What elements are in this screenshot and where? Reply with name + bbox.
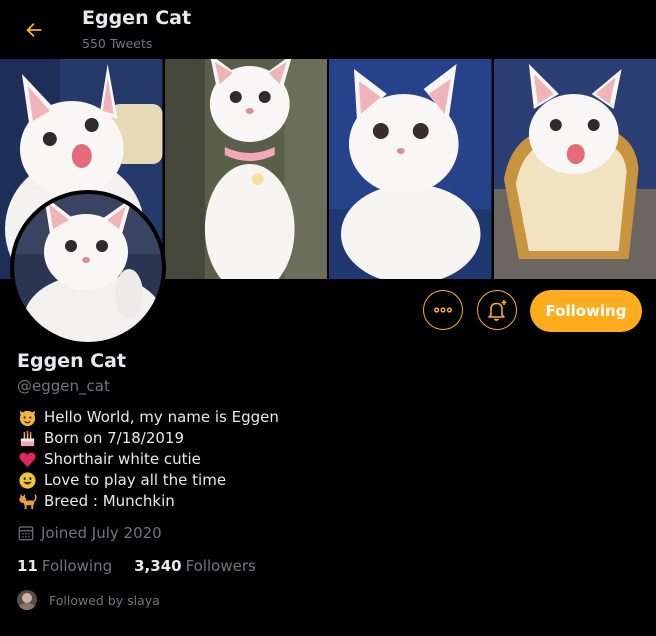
banner-photo-2 xyxy=(164,59,327,279)
joined-date: Joined July 2020 xyxy=(17,524,162,542)
page-title: Eggen Cat xyxy=(82,7,192,29)
bio-line: Breed : Munchkin xyxy=(17,491,279,512)
top-bar: Eggen Cat 550 Tweets xyxy=(0,0,656,59)
profile-handle: @eggen_cat xyxy=(17,377,110,395)
calendar-icon xyxy=(18,526,34,541)
smiley-face-icon xyxy=(19,472,36,489)
follower-avatar xyxy=(17,590,37,610)
bio-text: Love to play all the time xyxy=(44,471,227,489)
birthday-cake-icon xyxy=(20,430,35,447)
tweet-count: 550 Tweets xyxy=(82,36,153,51)
more-options-button[interactable] xyxy=(423,290,463,330)
following-label: Following xyxy=(41,557,113,575)
cat-face-icon xyxy=(19,410,36,427)
banner-photo-3 xyxy=(329,59,492,279)
more-options-icon xyxy=(434,307,452,313)
bio-line: Shorthair white cutie xyxy=(17,449,279,470)
followed-by-text: Followed by slaya xyxy=(49,592,160,608)
followed-by-link[interactable]: Followed by slaya xyxy=(17,590,160,610)
banner-photo-4 xyxy=(493,59,656,279)
notification-bell-icon xyxy=(488,300,507,321)
back-arrow-icon xyxy=(26,22,42,38)
bio-line: Love to play all the time xyxy=(17,470,279,491)
following-count: 11 xyxy=(17,557,38,575)
notification-bell-button[interactable] xyxy=(477,290,517,330)
profile-avatar[interactable] xyxy=(10,190,166,346)
bio-text: Born on 7/18/2019 xyxy=(44,429,185,447)
back-button[interactable] xyxy=(18,14,50,46)
bio-text: Shorthair white cutie xyxy=(44,450,201,468)
bio-text: Hello World, my name is Eggen xyxy=(44,408,279,426)
followers-count: 3,340 xyxy=(134,557,182,575)
bio-text: Breed : Munchkin xyxy=(44,492,175,510)
profile-bio: Hello World, my name is Eggen Born on 7/… xyxy=(17,407,279,512)
following-button[interactable]: Following xyxy=(530,290,642,332)
follow-stats: 11 Following 3,340 Followers xyxy=(17,557,256,575)
heart-icon xyxy=(19,452,36,468)
profile-name: Eggen Cat xyxy=(17,350,127,372)
bio-line: Born on 7/18/2019 xyxy=(17,428,279,449)
followers-label: Followers xyxy=(185,557,256,575)
followers-count-link[interactable]: 3,340 Followers xyxy=(134,557,256,575)
bio-line: Hello World, my name is Eggen xyxy=(17,407,279,428)
cat-icon xyxy=(19,493,37,510)
joined-text: Joined July 2020 xyxy=(41,524,162,542)
following-count-link[interactable]: 11 Following xyxy=(17,557,112,575)
